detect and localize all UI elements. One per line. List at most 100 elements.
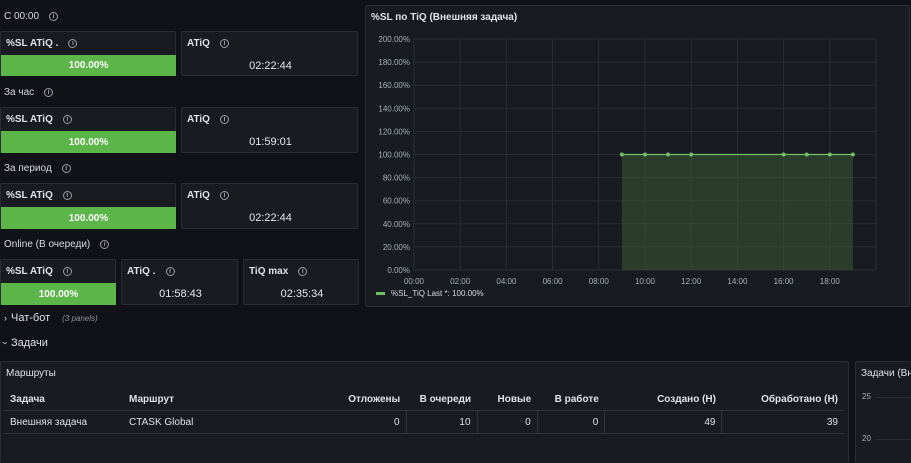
column-header[interactable]: Задача [4, 388, 124, 411]
y-tick-label: 0.00% [387, 266, 410, 275]
y-tick-label: 160.00% [378, 81, 410, 90]
table-cell: CTASK Global [123, 410, 327, 434]
data-point [689, 152, 694, 157]
info-icon[interactable]: i [44, 88, 54, 97]
atiq-value: 01:59:01 [249, 136, 292, 148]
column-header[interactable]: Маршрут [123, 388, 327, 411]
table-cell: 10 [405, 410, 478, 434]
panel-title: TiQ max [249, 266, 289, 277]
stat-panel-atiq-today[interactable]: ATiQ i 02:22:44 [181, 31, 358, 76]
x-tick-label: 04:00 [496, 277, 517, 286]
row-tasks[interactable]: › Задачи [0, 337, 48, 349]
panel-title: ATiQ [187, 38, 210, 49]
x-tick-label: 18:00 [820, 277, 841, 286]
info-icon[interactable]: i [49, 12, 59, 21]
row-title-period: За период i [4, 163, 71, 174]
info-icon[interactable]: i [62, 115, 72, 124]
atiq-value: 02:22:44 [249, 60, 292, 72]
info-icon[interactable]: i [219, 39, 229, 48]
data-point [643, 152, 647, 157]
sl-gauge-bar: 100.00% [1, 283, 116, 305]
sl-gauge-bar: 100.00% [1, 207, 176, 229]
table-row[interactable]: Внешняя задача CTASK Global 0 10 0 0 49 … [4, 410, 844, 434]
panel-title: %SL ATiQ [6, 266, 53, 277]
tasks-side-panel[interactable]: Задачи (Вн 25 20 [855, 361, 911, 463]
info-icon[interactable]: i [62, 191, 72, 200]
row-chatbot-count: (3 panels) [62, 313, 98, 323]
y-tick-label: 180.00% [378, 58, 410, 67]
table-cell: 39 [721, 410, 844, 434]
info-icon[interactable]: i [68, 39, 78, 48]
row-title-hour-label: За час [4, 87, 35, 98]
table-cell: 0 [326, 410, 407, 434]
atiq-value: 01:58:43 [159, 288, 202, 300]
legend-swatch [376, 292, 385, 295]
column-header[interactable]: Обработано (Н) [721, 388, 844, 411]
column-header[interactable]: Создано (Н) [604, 388, 722, 411]
x-tick-label: 10:00 [635, 277, 656, 286]
stat-panel-sl-period[interactable]: %SL ATiQ i 100.00% [0, 183, 176, 229]
table-cell: 49 [604, 410, 722, 434]
y-tick-label: 120.00% [378, 127, 410, 136]
table-cell: 0 [476, 410, 538, 434]
panel-title: ATiQ [187, 114, 210, 125]
data-point [619, 152, 624, 157]
row-tasks-title: Задачи [11, 337, 48, 349]
stat-panel-sl-online[interactable]: %SL ATiQ i 100.00% [0, 259, 116, 305]
gridline [876, 439, 911, 440]
sl-value: 100.00% [38, 288, 79, 300]
row-title-hour: За час i [4, 87, 54, 98]
y-tick-label: 20 [862, 434, 871, 443]
routes-title: Маршруты [6, 368, 56, 379]
y-tick-label: 25 [862, 392, 871, 401]
data-point [804, 152, 809, 157]
info-icon[interactable]: i [165, 267, 175, 276]
data-point [850, 152, 855, 157]
stat-panel-sl-hour[interactable]: %SL ATiQ i 100.00% [0, 107, 176, 153]
y-tick-label: 60.00% [383, 197, 410, 206]
row-title-today-label: С 00:00 [4, 11, 40, 22]
x-tick-label: 14:00 [727, 277, 748, 286]
stat-panel-atiq-period[interactable]: ATiQ i 02:22:44 [181, 183, 358, 229]
info-icon[interactable]: i [219, 191, 229, 200]
sl-value: 100.00% [68, 60, 109, 71]
table-cell: 0 [536, 410, 605, 434]
routes-panel[interactable]: Маршруты Задача Маршрут Отложены В очере… [0, 361, 849, 463]
stat-panel-atiq-hour[interactable]: ATiQ i 01:59:01 [181, 107, 358, 153]
tiqmax-value: 02:35:34 [280, 288, 324, 300]
stat-panel-sl-today[interactable]: %SL ATiQ . i 100.00% [0, 31, 176, 76]
panel-title: %SL ATiQ . [6, 38, 59, 49]
chart-panel[interactable]: %SL по TiQ (Внешняя задача) 0.00% 20.00% 4… [365, 5, 910, 307]
row-title-online: Online (В очереди) i [4, 239, 110, 250]
y-tick-label: 80.00% [383, 174, 410, 183]
chevron-down-icon: › [0, 341, 11, 345]
column-header[interactable]: В очереди [406, 388, 478, 411]
info-icon[interactable]: i [219, 115, 229, 124]
stat-panel-tiqmax-online[interactable]: TiQ max i 02:35:34 [243, 259, 359, 305]
sl-value: 100.00% [68, 212, 109, 224]
y-tick-label: 140.00% [378, 104, 410, 113]
info-icon[interactable]: i [100, 240, 110, 249]
routes-table: Задача Маршрут Отложены В очереди Новые … [4, 388, 844, 434]
sl-gauge-bar: 100.00% [1, 55, 176, 76]
row-title-online-label: Online (В очереди) [4, 239, 91, 250]
panel-title: ATiQ . [127, 266, 156, 277]
y-tick-label: 40.00% [383, 220, 410, 229]
info-icon[interactable]: i [298, 267, 308, 276]
info-icon[interactable]: i [61, 164, 71, 173]
stat-panel-atiq-online[interactable]: ATiQ . i 01:58:43 [121, 259, 238, 305]
table-header-row: Задача Маршрут Отложены В очереди Новые … [4, 388, 844, 411]
sl-value: 100.00% [68, 136, 109, 148]
column-header[interactable]: Новые [477, 388, 538, 411]
info-icon[interactable]: i [62, 267, 72, 276]
chevron-right-icon: › [4, 313, 7, 323]
x-tick-label: 08:00 [589, 277, 610, 286]
row-chatbot[interactable]: › Чат-бот (3 panels) [4, 312, 98, 324]
row-title-today: С 00:00 i [4, 11, 59, 22]
column-header[interactable]: Отложены [326, 388, 407, 411]
data-point [827, 152, 832, 157]
sl-gauge-bar: 100.00% [1, 131, 176, 153]
x-tick-label: 12:00 [681, 277, 702, 286]
column-header[interactable]: В работе [537, 388, 605, 411]
sl-area-chart: 0.00% 20.00% 40.00% 60.00% 80.00% 100.00% 120.… [376, 35, 877, 298]
